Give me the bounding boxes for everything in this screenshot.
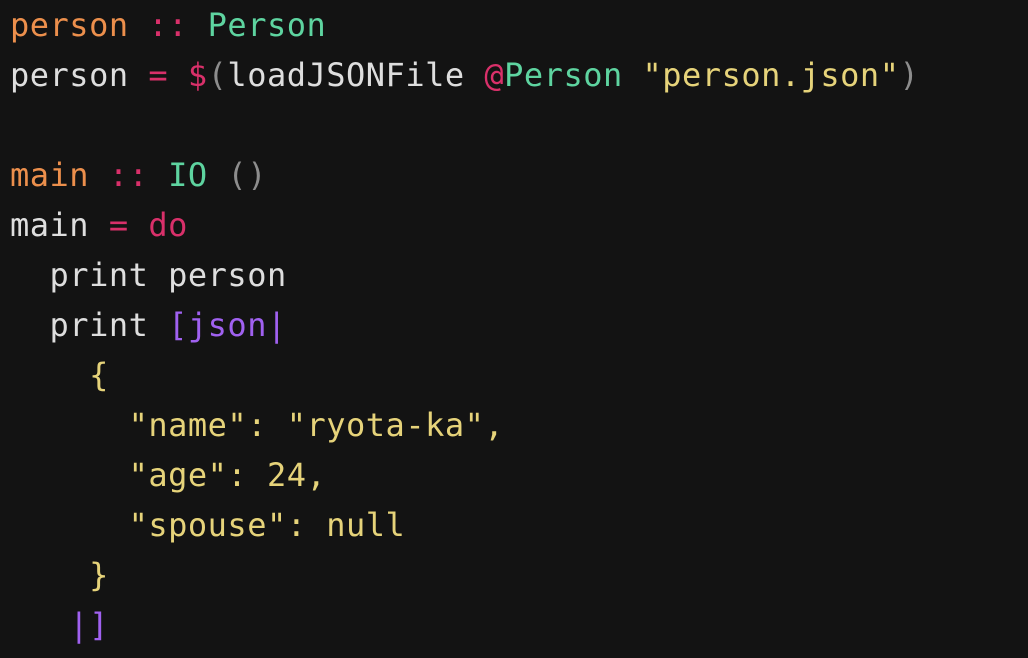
- code-line[interactable]: ​: [10, 100, 919, 150]
- code-token: @: [484, 56, 505, 94]
- code-token: "name": "ryota-ka",: [10, 406, 505, 444]
- code-line[interactable]: person = $(loadJSONFile @Person "person.…: [10, 50, 919, 100]
- code-token: "person.json": [642, 56, 900, 94]
- code-token: main: [10, 156, 90, 194]
- code-line[interactable]: {: [10, 350, 919, 400]
- code-token: print person: [10, 256, 287, 294]
- code-token: main: [10, 206, 90, 244]
- code-token: "spouse": null: [10, 506, 406, 544]
- code-line[interactable]: print person: [10, 250, 919, 300]
- code-line[interactable]: |]: [10, 600, 919, 650]
- code-token: ::: [89, 156, 169, 194]
- code-token: =: [89, 206, 149, 244]
- code-token: person: [10, 56, 129, 94]
- code-token: print: [10, 306, 169, 344]
- code-token: (: [207, 56, 228, 94]
- code-token: IO: [168, 156, 208, 194]
- code-token: [json|: [168, 306, 287, 344]
- code-token: loadJSONFile: [227, 56, 465, 94]
- code-token: ): [899, 56, 920, 94]
- code-line[interactable]: print [json|: [10, 300, 919, 350]
- code-token: Person: [207, 6, 327, 44]
- code-token: ::: [128, 6, 208, 44]
- code-token: Person: [504, 56, 623, 94]
- code-token: person: [10, 6, 129, 44]
- code-token: $: [187, 56, 208, 94]
- code-line[interactable]: "name": "ryota-ka",: [10, 400, 919, 450]
- code-token: do: [148, 206, 188, 244]
- code-token: {: [10, 356, 109, 394]
- code-token: (): [227, 156, 267, 194]
- code-token: |]: [10, 606, 109, 644]
- code-token: "age": 24,: [10, 456, 327, 494]
- code-line[interactable]: "age": 24,: [10, 450, 919, 500]
- code-line[interactable]: }: [10, 550, 919, 600]
- code-editor[interactable]: person :: Person person = $(loadJSONFile …: [10, 0, 919, 650]
- code-token: }: [10, 556, 109, 594]
- code-line[interactable]: main :: IO (): [10, 150, 919, 200]
- code-line[interactable]: "spouse": null: [10, 500, 919, 550]
- code-line[interactable]: main = do: [10, 200, 919, 250]
- code-token: =: [128, 56, 188, 94]
- code-line[interactable]: person :: Person: [10, 0, 919, 50]
